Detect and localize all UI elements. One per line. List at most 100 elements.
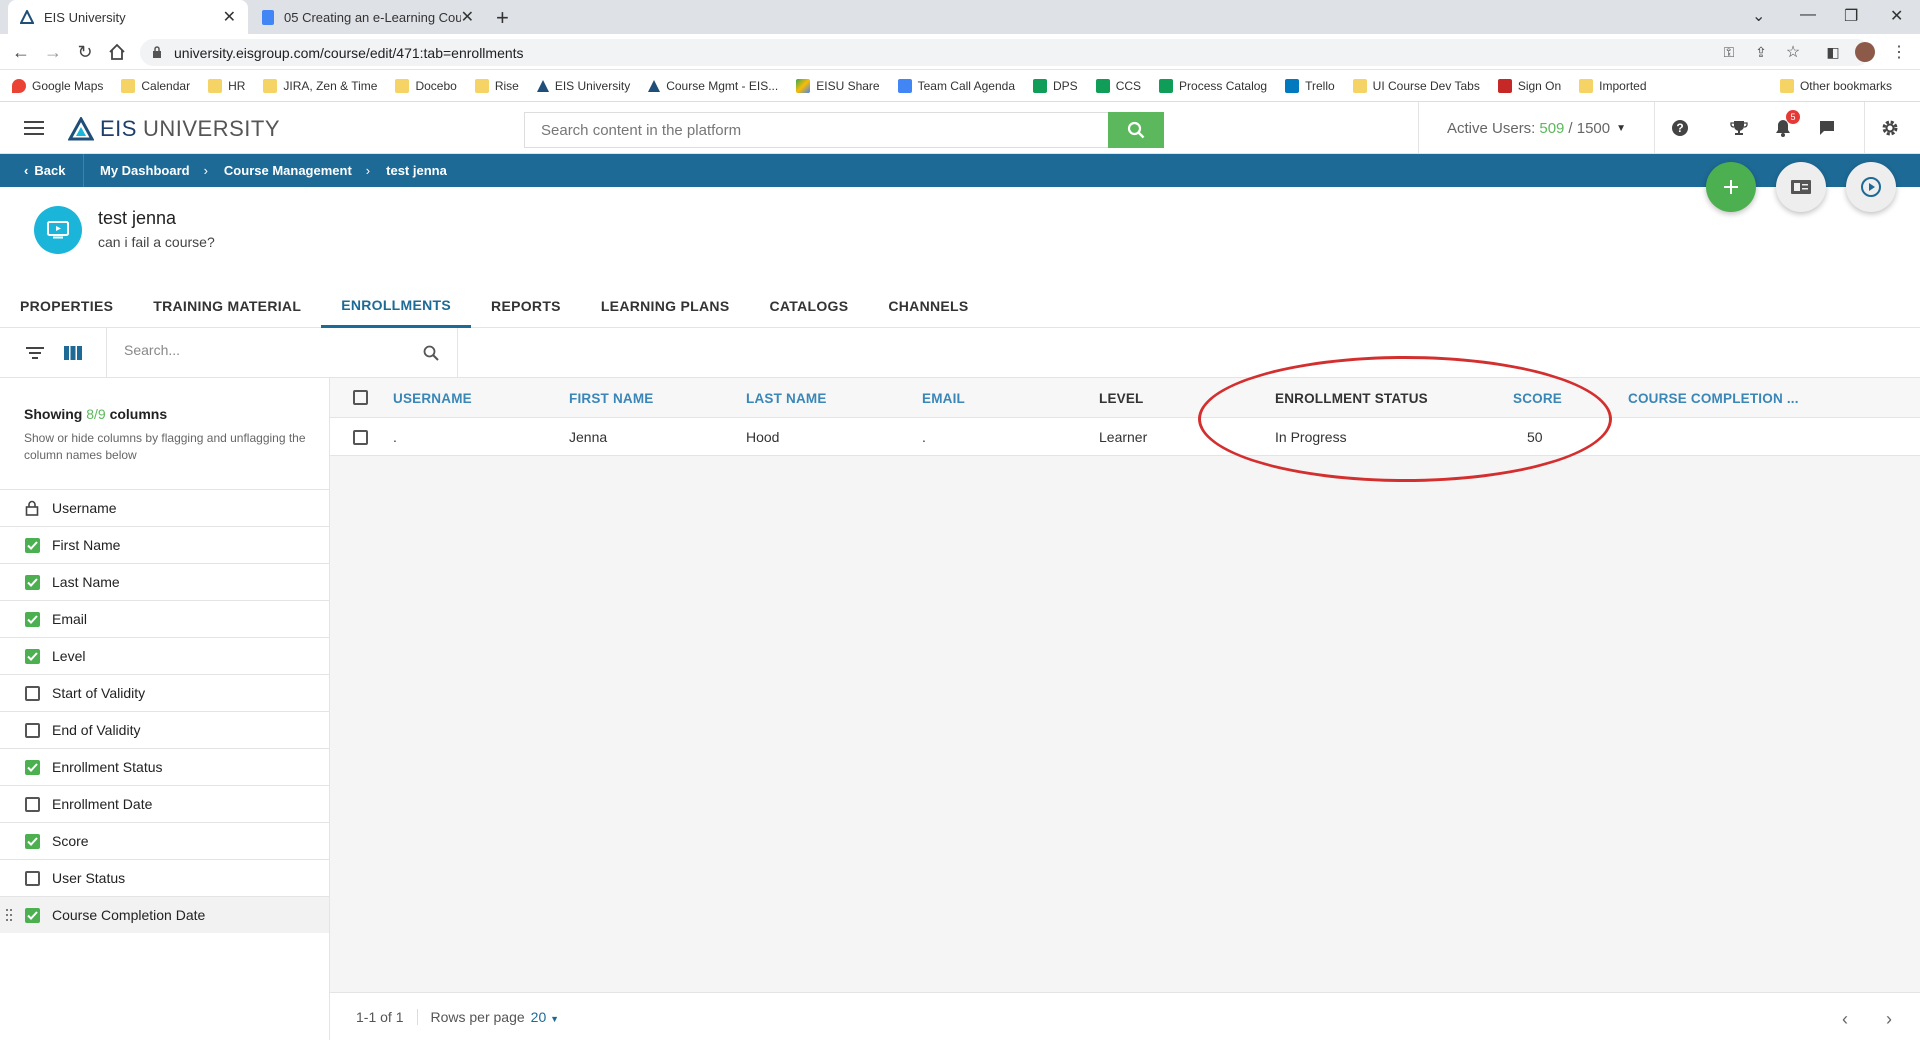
column-header-username[interactable]: USERNAME <box>393 378 472 418</box>
checkbox-checked[interactable] <box>25 648 40 664</box>
tab-search-chevron-icon[interactable]: ⌄ <box>1752 6 1765 26</box>
window-close-icon[interactable]: ✕ <box>1890 6 1903 26</box>
bookmark-jira[interactable]: JIRA, Zen & Time <box>263 78 377 93</box>
bookmark-sign-on[interactable]: Sign On <box>1497 78 1561 93</box>
trophy-button[interactable] <box>1714 102 1764 154</box>
column-toggle-last-name[interactable]: Last Name <box>0 563 329 600</box>
add-fab-button[interactable] <box>1706 162 1756 212</box>
bookmark-calendar[interactable]: Calendar <box>121 78 190 93</box>
column-toggle-level[interactable]: Level <box>0 637 329 674</box>
filter-icon[interactable] <box>24 342 46 364</box>
close-tab-icon[interactable]: ✕ <box>223 7 236 27</box>
forward-arrow-icon[interactable]: → <box>42 41 64 63</box>
share-icon[interactable]: ⇪ <box>1750 41 1772 63</box>
select-all-checkbox[interactable] <box>353 390 368 405</box>
home-icon[interactable] <box>106 41 128 63</box>
active-users-dropdown[interactable]: Active Users: 509 / 1500 ▼ <box>1418 102 1650 154</box>
bookmark-other[interactable]: Other bookmarks <box>1779 79 1892 93</box>
back-arrow-icon[interactable]: ← <box>10 41 32 63</box>
play-fab-button[interactable] <box>1846 162 1896 212</box>
bookmark-course-mgmt[interactable]: Course Mgmt - EIS... <box>648 79 778 93</box>
help-button[interactable]: ? <box>1654 102 1704 154</box>
checkbox-checked[interactable] <box>25 907 40 923</box>
bookmark-process-catalog[interactable]: Process Catalog <box>1159 78 1267 93</box>
bookmark-google-maps[interactable]: Google Maps <box>12 78 103 93</box>
column-toggle-start-of-validity[interactable]: Start of Validity <box>0 674 329 711</box>
settings-button[interactable] <box>1864 102 1914 154</box>
checkbox-checked[interactable] <box>25 759 40 775</box>
bookmark-imported[interactable]: Imported <box>1579 78 1647 93</box>
bookmark-hr[interactable]: HR <box>208 78 245 93</box>
columns-icon[interactable] <box>62 342 84 364</box>
checkbox-checked[interactable] <box>25 833 40 849</box>
tab-learning-plans[interactable]: LEARNING PLANS <box>581 284 750 328</box>
bookmark-dps[interactable]: DPS <box>1033 78 1078 93</box>
bookmark-trello[interactable]: Trello <box>1285 78 1335 93</box>
checkbox-unchecked[interactable] <box>25 796 40 812</box>
column-toggle-course-completion-date[interactable]: Course Completion Date <box>0 896 329 933</box>
tab-training-material[interactable]: TRAINING MATERIAL <box>133 284 321 328</box>
checkbox-unchecked[interactable] <box>25 870 40 886</box>
hamburger-menu-icon[interactable] <box>24 120 44 136</box>
column-header-last-name[interactable]: LAST NAME <box>746 378 827 418</box>
next-page-icon[interactable]: › <box>1886 1009 1892 1030</box>
tab-reports[interactable]: REPORTS <box>471 284 581 328</box>
notifications-button[interactable]: 5 <box>1758 102 1808 154</box>
checkbox-checked[interactable] <box>25 611 40 627</box>
platform-search-input[interactable]: Search content in the platform <box>524 112 1110 148</box>
drag-handle-icon[interactable] <box>6 909 12 921</box>
checkbox-unchecked[interactable] <box>25 685 40 701</box>
column-header-email[interactable]: EMAIL <box>922 378 965 418</box>
bookmark-eisu-share[interactable]: EISU Share <box>796 78 880 93</box>
star-icon[interactable]: ☆ <box>1782 41 1804 63</box>
side-panel-icon[interactable]: ◧ <box>1822 41 1844 63</box>
column-toggle-end-of-validity[interactable]: End of Validity <box>0 711 329 748</box>
column-header-course-completion[interactable]: COURSE COMPLETION ... <box>1628 378 1799 418</box>
prev-page-icon[interactable]: ‹ <box>1842 1009 1848 1030</box>
breadcrumb-my-dashboard[interactable]: My Dashboard <box>100 163 190 178</box>
tab-enrollments[interactable]: ENROLLMENTS <box>321 284 472 328</box>
table-search-input[interactable]: Search... <box>124 342 180 358</box>
checkbox-checked[interactable] <box>25 574 40 590</box>
course-card-fab-button[interactable] <box>1776 162 1826 212</box>
bookmark-ccs[interactable]: CCS <box>1095 78 1141 93</box>
minimize-icon[interactable]: — <box>1800 6 1816 24</box>
bookmark-ui-course-dev[interactable]: UI Course Dev Tabs <box>1352 78 1480 93</box>
bookmark-team-call[interactable]: Team Call Agenda <box>897 78 1015 93</box>
column-toggle-user-status[interactable]: User Status <box>0 859 329 896</box>
column-toggle-first-name[interactable]: First Name <box>0 526 329 563</box>
browser-tab-eis-university[interactable]: EIS University ✕ <box>8 0 248 34</box>
column-toggle-score[interactable]: Score <box>0 822 329 859</box>
rows-per-page-select[interactable]: 20 ▼ <box>531 1009 559 1025</box>
column-toggle-enrollment-date[interactable]: Enrollment Date <box>0 785 329 822</box>
search-icon[interactable] <box>420 342 442 364</box>
checkbox-unchecked[interactable] <box>25 722 40 738</box>
key-icon[interactable]: ⚿ <box>1718 41 1740 63</box>
messages-button[interactable] <box>1802 102 1852 154</box>
table-row[interactable]: . Jenna Hood . Learner In Progress 50 <box>330 418 1920 456</box>
breadcrumb-course-management[interactable]: Course Management <box>224 163 352 178</box>
bookmark-rise[interactable]: Rise <box>474 78 519 93</box>
new-tab-icon[interactable]: + <box>496 5 509 31</box>
row-checkbox[interactable] <box>353 430 368 445</box>
column-header-first-name[interactable]: FIRST NAME <box>569 378 654 418</box>
tab-channels[interactable]: CHANNELS <box>868 284 988 328</box>
back-button[interactable]: ‹ Back <box>0 154 84 187</box>
eis-university-logo[interactable]: EIS UNIVERSITY <box>68 116 280 142</box>
column-toggle-enrollment-status[interactable]: Enrollment Status <box>0 748 329 785</box>
reload-icon[interactable]: ↻ <box>74 41 96 63</box>
url-field[interactable]: university.eisgroup.com/course/edit/471:… <box>140 39 1870 66</box>
tab-properties[interactable]: PROPERTIES <box>0 284 133 328</box>
profile-avatar[interactable] <box>1854 41 1876 63</box>
browser-tab-doc[interactable]: 05 Creating an e-Learning Cours ✕ <box>250 0 486 34</box>
column-header-score[interactable]: SCORE <box>1513 378 1562 418</box>
checkbox-checked[interactable] <box>25 537 40 553</box>
column-toggle-email[interactable]: Email <box>0 600 329 637</box>
tab-catalogs[interactable]: CATALOGS <box>749 284 868 328</box>
restore-icon[interactable]: ❐ <box>1844 6 1858 26</box>
bookmark-docebo[interactable]: Docebo <box>395 78 457 93</box>
menu-dots-icon[interactable]: ⋮ <box>1888 41 1910 63</box>
search-button[interactable] <box>1108 112 1164 148</box>
close-tab-icon[interactable]: ✕ <box>461 7 474 27</box>
bookmark-eis-university[interactable]: EIS University <box>536 79 630 93</box>
